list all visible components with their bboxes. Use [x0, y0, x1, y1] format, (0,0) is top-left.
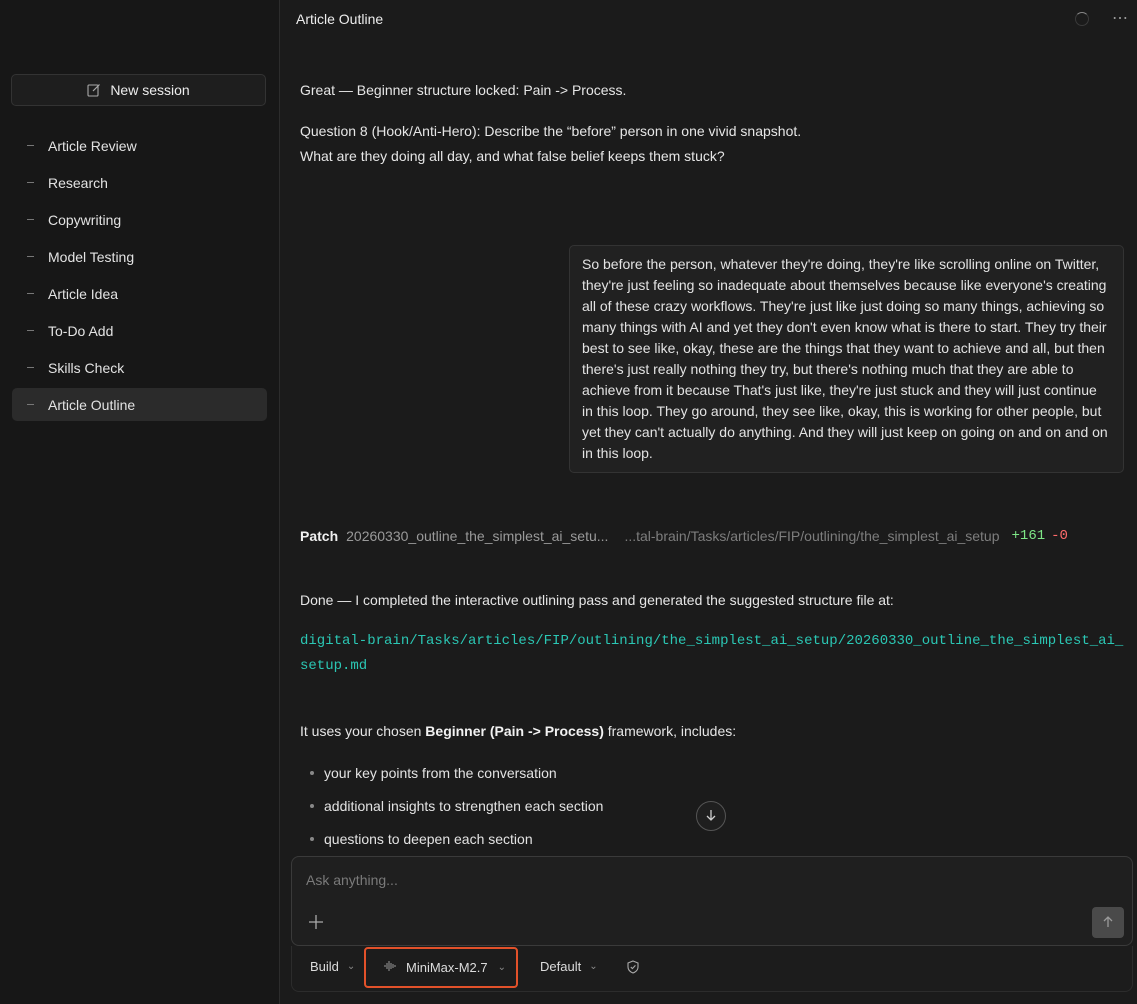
chevron-down-icon: ⌄ [346, 961, 356, 972]
sidebar-item-label: Article Review [48, 137, 137, 154]
chevron-down-icon: ⌄ [589, 961, 598, 972]
mode-label: Build [310, 959, 339, 974]
assistant-message-line: Great — Beginner structure locked: Pain … [300, 82, 627, 98]
list-item: your key points from the conversation [300, 762, 603, 795]
sidebar-item-label: Article Outline [48, 396, 136, 413]
dash-icon [27, 145, 34, 146]
new-session-label: New session [110, 82, 190, 98]
assistant-message-line: It uses your chosen Beginner (Pain -> Pr… [300, 719, 736, 744]
compose-icon [87, 83, 101, 97]
framework-name: Beginner (Pain -> Process) [425, 723, 604, 739]
attach-button[interactable] [306, 913, 326, 933]
assistant-message-line: What are they doing all day, and what fa… [300, 148, 725, 164]
loading-spinner-icon [1075, 12, 1089, 26]
dash-icon [27, 182, 34, 183]
sidebar: New session Article Review Research Copy… [0, 0, 280, 1004]
composer-toolbar: Build ⌄ MiniMax-M2.7 ⌄ Default ⌄ [291, 946, 1133, 992]
patch-file-path: ...tal-brain/Tasks/articles/FIP/outlinin… [624, 528, 1000, 544]
sidebar-item-label: Model Testing [48, 248, 135, 265]
assistant-message-line: Done — I completed the interactive outli… [300, 592, 894, 608]
dash-icon [27, 330, 34, 331]
patch-file-name: 20260330_outline_the_simplest_ai_setu... [346, 528, 609, 544]
sidebar-item-label: Research [48, 174, 108, 191]
scroll-to-bottom-button[interactable] [696, 801, 726, 831]
session-list: Article Review Research Copywriting Mode… [12, 129, 267, 425]
shield-icon [626, 960, 640, 977]
sidebar-item-skills-check[interactable]: Skills Check [12, 351, 267, 384]
patch-label: Patch [300, 528, 339, 544]
sidebar-item-label: To-Do Add [48, 322, 114, 339]
sidebar-item-label: Skills Check [48, 359, 125, 376]
sidebar-item-label: Article Idea [48, 285, 119, 302]
sidebar-item-article-review[interactable]: Article Review [12, 129, 267, 162]
audio-wave-icon [384, 960, 396, 975]
page-title: Article Outline [296, 11, 384, 27]
sidebar-item-article-outline[interactable]: Article Outline [12, 388, 267, 421]
dash-icon [27, 404, 34, 405]
model-select[interactable]: MiniMax-M2.7 ⌄ [364, 947, 518, 988]
main-panel: Article Outline ⋯ Great — Beginner struc… [280, 0, 1137, 1004]
dash-icon [27, 219, 34, 220]
new-session-button[interactable]: New session [11, 74, 266, 106]
uses-suffix: framework, includes: [603, 723, 737, 739]
sidebar-item-to-do-add[interactable]: To-Do Add [12, 314, 267, 347]
chevron-down-icon: ⌄ [497, 962, 507, 973]
profile-label: Default [540, 959, 582, 974]
sidebar-item-copywriting[interactable]: Copywriting [12, 203, 267, 236]
mode-select[interactable]: Build ⌄ [310, 959, 355, 974]
dash-icon [27, 367, 34, 368]
user-message-bubble: So before the person, whatever they're d… [569, 245, 1124, 473]
patch-additions: +161 [1011, 528, 1046, 544]
dash-icon [27, 293, 34, 294]
send-button[interactable] [1092, 907, 1124, 938]
composer [291, 856, 1133, 946]
profile-select[interactable]: Default ⌄ [540, 959, 598, 974]
message-input[interactable] [304, 869, 1068, 891]
arrow-down-icon [704, 808, 718, 825]
sidebar-item-article-idea[interactable]: Article Idea [12, 277, 267, 310]
sidebar-item-label: Copywriting [48, 211, 122, 228]
patch-deletions: -0 [1051, 528, 1068, 544]
assistant-message-line: Question 8 (Hook/Anti-Hero): Describe th… [300, 123, 802, 139]
sidebar-item-model-testing[interactable]: Model Testing [12, 240, 267, 273]
uses-prefix: It uses your chosen [300, 723, 426, 739]
dash-icon [27, 256, 34, 257]
list-item: additional insights to strengthen each s… [300, 795, 603, 828]
bullet-list: your key points from the conversation ad… [300, 762, 603, 861]
patch-summary[interactable]: Patch 20260330_outline_the_simplest_ai_s… [300, 526, 1120, 546]
permissions-button[interactable] [626, 960, 640, 977]
sidebar-item-research[interactable]: Research [12, 166, 267, 199]
ellipsis-icon[interactable]: ⋯ [1112, 8, 1129, 28]
arrow-up-icon [1102, 915, 1114, 931]
model-label: MiniMax-M2.7 [406, 960, 488, 975]
plus-icon [308, 914, 324, 933]
file-path-link[interactable]: digital-brain/Tasks/articles/FIP/outlini… [300, 629, 1130, 679]
